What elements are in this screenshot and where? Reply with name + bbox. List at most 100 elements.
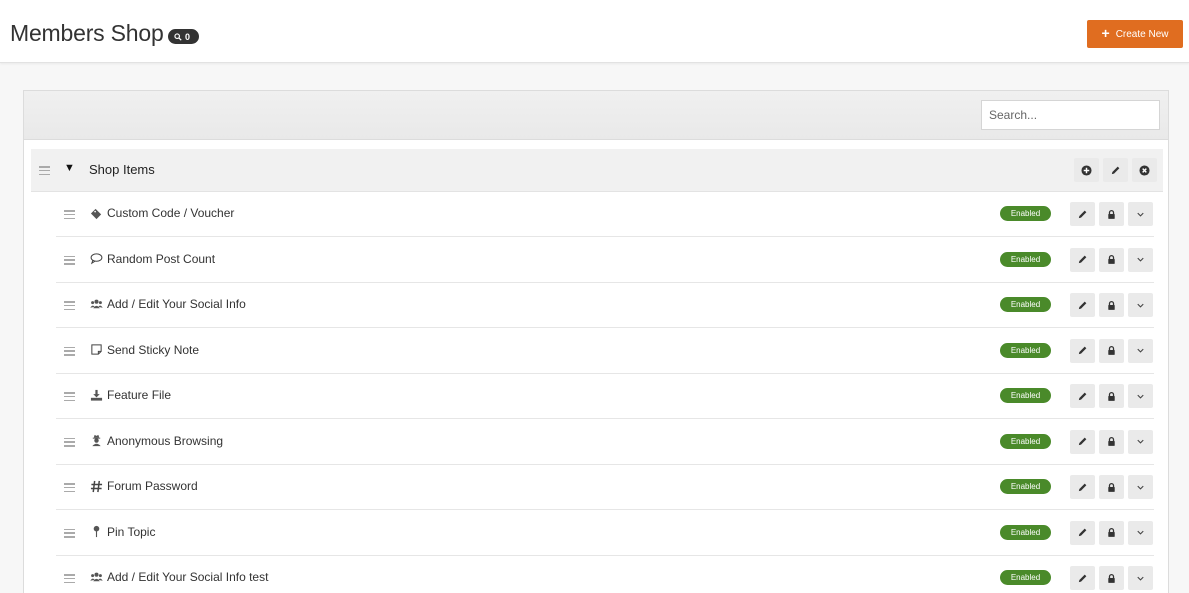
more-options-button[interactable] xyxy=(1128,566,1153,590)
list-item: Custom Code / Voucher Enabled xyxy=(56,192,1154,237)
permissions-button[interactable] xyxy=(1099,338,1124,363)
speech-bubble-icon xyxy=(89,252,103,266)
lock-icon xyxy=(1108,482,1115,492)
edit-item-button[interactable] xyxy=(1070,247,1095,272)
collapse-caret-icon[interactable]: ▼ xyxy=(64,162,75,174)
more-options-button[interactable] xyxy=(1128,293,1153,317)
status-badge: Enabled xyxy=(1000,206,1051,221)
item-label: Send Sticky Note xyxy=(107,342,200,357)
more-options-button[interactable] xyxy=(1128,338,1153,363)
edit-category-button[interactable] xyxy=(1103,158,1128,182)
list-item: Add / Edit Your Social Info test Enabled xyxy=(56,556,1154,593)
users-icon xyxy=(89,297,103,311)
download-icon xyxy=(89,388,103,402)
drag-handle-icon[interactable] xyxy=(64,483,75,492)
drag-handle-icon[interactable] xyxy=(64,574,75,583)
item-label: Add / Edit Your Social Info test xyxy=(107,570,269,584)
lock-icon xyxy=(1108,300,1115,310)
search-input[interactable] xyxy=(981,100,1160,130)
sticky-note-icon xyxy=(89,343,103,357)
edit-item-button[interactable] xyxy=(1070,338,1095,363)
chevron-down-icon xyxy=(1137,485,1144,490)
pencil-icon xyxy=(1078,392,1087,400)
more-options-button[interactable] xyxy=(1128,247,1153,272)
chevron-down-icon xyxy=(1137,348,1144,353)
permissions-button[interactable] xyxy=(1099,475,1124,499)
item-label: Custom Code / Voucher xyxy=(107,206,235,220)
ticket-icon xyxy=(89,206,103,220)
lock-icon xyxy=(1108,255,1115,264)
lock-icon xyxy=(1108,391,1115,401)
drag-handle-icon[interactable] xyxy=(64,301,75,310)
permissions-button[interactable] xyxy=(1099,202,1124,226)
item-label: Feature File xyxy=(107,388,172,402)
pencil-icon xyxy=(1078,301,1087,309)
item-label: Anonymous Browsing xyxy=(107,433,224,448)
pencil-icon xyxy=(1078,574,1087,582)
create-new-label: Create New xyxy=(1115,28,1169,40)
more-options-button[interactable] xyxy=(1128,520,1153,545)
more-options-button[interactable] xyxy=(1128,475,1153,499)
lock-icon xyxy=(1108,528,1115,537)
drag-handle-icon[interactable] xyxy=(64,210,75,219)
status-badge: Enabled xyxy=(1000,524,1051,540)
list-item: Forum Password Enabled xyxy=(56,465,1154,510)
permissions-button[interactable] xyxy=(1099,247,1124,272)
more-options-button[interactable] xyxy=(1128,202,1153,226)
item-actions xyxy=(1070,247,1153,272)
list-item: Add / Edit Your Social Info Enabled xyxy=(56,283,1154,328)
lock-icon xyxy=(1108,209,1115,219)
status-badge: Enabled xyxy=(1000,433,1051,449)
delete-category-button[interactable] xyxy=(1132,158,1157,182)
plus-icon: + xyxy=(1101,25,1110,41)
status-badge: Enabled xyxy=(1000,297,1051,312)
item-label: Add / Edit Your Social Info xyxy=(107,297,246,311)
more-options-button[interactable] xyxy=(1128,384,1153,408)
pencil-icon xyxy=(1078,483,1087,491)
more-options-button[interactable] xyxy=(1128,429,1153,454)
permissions-button[interactable] xyxy=(1099,566,1124,590)
item-label: Pin Topic xyxy=(107,524,156,539)
edit-item-button[interactable] xyxy=(1070,384,1095,408)
edit-item-button[interactable] xyxy=(1070,293,1095,317)
item-actions xyxy=(1070,520,1153,545)
list-item: Anonymous Browsing Enabled xyxy=(56,419,1154,465)
item-actions xyxy=(1070,202,1153,226)
chevron-down-icon xyxy=(1137,576,1144,581)
status-badge: Enabled xyxy=(1000,251,1051,267)
status-badge: Enabled xyxy=(1000,388,1051,403)
chevron-down-icon xyxy=(1137,394,1144,399)
permissions-button[interactable] xyxy=(1099,384,1124,408)
drag-handle-icon[interactable] xyxy=(64,255,75,265)
category-title: Shop Items xyxy=(89,162,155,177)
user-secret-icon xyxy=(89,434,103,448)
drag-handle-icon[interactable] xyxy=(64,346,75,356)
add-item-button[interactable] xyxy=(1074,158,1099,182)
edit-item-button[interactable] xyxy=(1070,475,1095,499)
edit-item-button[interactable] xyxy=(1070,202,1095,226)
item-label: Random Post Count xyxy=(107,251,216,266)
drag-handle-icon[interactable] xyxy=(64,437,75,447)
edit-item-button[interactable] xyxy=(1070,566,1095,590)
permissions-button[interactable] xyxy=(1099,520,1124,545)
plus-circle-icon xyxy=(1081,164,1092,176)
drag-handle-icon[interactable] xyxy=(64,528,75,538)
edit-item-button[interactable] xyxy=(1070,429,1095,454)
item-actions xyxy=(1070,384,1153,408)
edit-item-button[interactable] xyxy=(1070,520,1095,545)
chevron-down-icon xyxy=(1137,530,1144,535)
status-badge: Enabled xyxy=(1000,342,1051,358)
item-actions xyxy=(1070,475,1153,499)
chevron-down-icon xyxy=(1137,439,1144,444)
create-new-button[interactable]: + Create New xyxy=(1087,20,1183,48)
chevron-down-icon xyxy=(1137,212,1144,217)
permissions-button[interactable] xyxy=(1099,429,1124,454)
drag-handle-icon[interactable] xyxy=(64,392,75,401)
permissions-button[interactable] xyxy=(1099,293,1124,317)
drag-handle-icon[interactable] xyxy=(39,166,50,175)
search-count-badge: 0 xyxy=(168,29,199,44)
list-item: Send Sticky Note Enabled xyxy=(56,328,1154,374)
chevron-down-icon xyxy=(1137,257,1144,262)
pin-icon xyxy=(89,525,103,539)
search-icon xyxy=(174,32,182,41)
